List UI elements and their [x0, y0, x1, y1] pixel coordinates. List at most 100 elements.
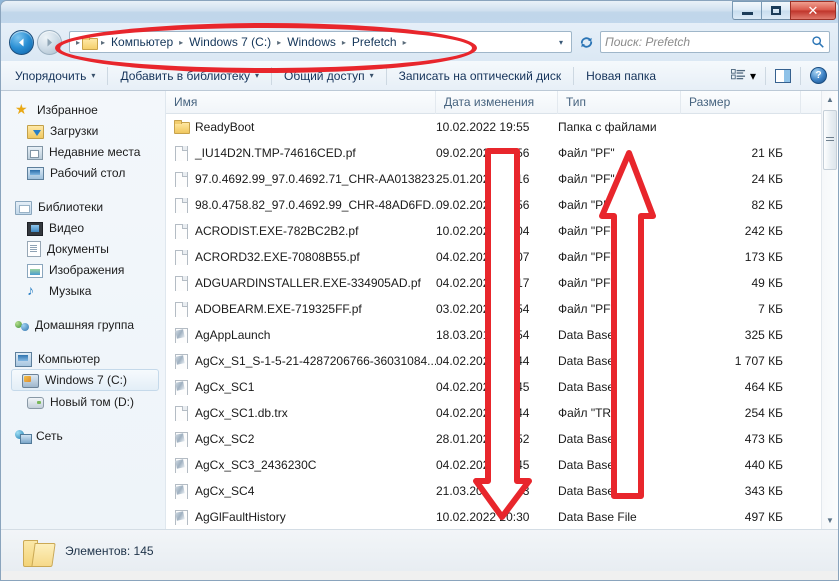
breadcrumb-sep-2: ▸ [277, 38, 281, 47]
table-row[interactable]: ReadyBoot10.02.2022 19:55Папка с файлами [166, 114, 838, 140]
address-dropdown-icon[interactable]: ▾ [553, 32, 569, 52]
column-header-size[interactable]: Размер [681, 91, 801, 114]
cell-name: ADGUARDINSTALLER.EXE-334905AD.pf [166, 275, 436, 291]
help-button[interactable]: ? [805, 64, 832, 87]
organize-button[interactable]: Упорядочить ▾ [7, 66, 103, 86]
scrollbar-track[interactable] [822, 108, 838, 512]
sidebar-item-new-volume-d[interactable]: Новый том (D:) [1, 391, 165, 412]
sidebar-item-desktop[interactable]: Рабочий стол [1, 162, 165, 183]
cell-size: 497 КБ [681, 510, 801, 524]
table-row[interactable]: AgGlFaultHistory10.02.2022 20:30Data Bas… [166, 504, 838, 529]
toolbar-separator-2 [271, 67, 272, 85]
chevron-down-icon: ▾ [255, 71, 259, 80]
file-icon [174, 197, 188, 213]
video-icon [27, 222, 43, 236]
view-list-icon [731, 69, 746, 83]
scrollbar-grip-icon [826, 137, 834, 143]
table-row[interactable]: ACRODIST.EXE-782BC2B2.pf10.02.2022 20:04… [166, 218, 838, 244]
breadcrumb-item-computer[interactable]: Компьютер [107, 33, 177, 51]
column-header-type[interactable]: Тип [558, 91, 681, 114]
minimize-button[interactable] [732, 1, 761, 20]
command-toolbar: Упорядочить ▾ Добавить в библиотеку ▾ Об… [1, 61, 838, 91]
add-to-library-button[interactable]: Добавить в библиотеку ▾ [112, 66, 267, 86]
table-row[interactable]: 97.0.4692.99_97.0.4692.71_CHR-AA013823..… [166, 166, 838, 192]
cell-name: ReadyBoot [166, 119, 436, 135]
change-view-button[interactable]: ▾ [726, 66, 761, 86]
table-row[interactable]: _IU14D2N.TMP-74616CED.pf09.02.2022 20:56… [166, 140, 838, 166]
cell-name-text: AgCx_SC2 [195, 432, 254, 446]
address-folder-icon [82, 36, 97, 49]
vertical-scrollbar[interactable]: ▲ ▼ [821, 91, 838, 529]
folder-icon [174, 119, 188, 135]
forward-button[interactable] [37, 30, 62, 55]
cell-name-text: AgCx_SC1.db.trx [195, 406, 288, 420]
cell-size: 343 КБ [681, 484, 801, 498]
chevron-down-icon: ▾ [370, 71, 374, 80]
sidebar-group-network[interactable]: Сеть [1, 425, 165, 446]
cell-name: AgCx_S1_S-1-5-21-4287206766-36031084... [166, 353, 436, 369]
refresh-button[interactable] [575, 31, 597, 53]
table-row[interactable]: AgCx_SC104.02.2022 23:45Data Base File46… [166, 374, 838, 400]
close-button[interactable]: ✕ [790, 1, 836, 20]
sidebar-item-recent-places[interactable]: Недавние места [1, 141, 165, 162]
search-icon [811, 35, 825, 49]
cell-size: 7 КБ [681, 302, 801, 316]
sidebar-item-music[interactable]: ♪ Музыка [1, 280, 165, 301]
scroll-up-button[interactable]: ▲ [822, 91, 838, 108]
back-button[interactable] [9, 30, 34, 55]
table-row[interactable]: 98.0.4758.82_97.0.4692.99_CHR-48AD6FD...… [166, 192, 838, 218]
table-row[interactable]: ADOBEARM.EXE-719325FF.pf03.02.2022 21:54… [166, 296, 838, 322]
sidebar-item-video[interactable]: Видео [1, 217, 165, 238]
file-rows[interactable]: ReadyBoot10.02.2022 19:55Папка с файлами… [166, 114, 838, 529]
database-file-icon [174, 431, 188, 447]
sidebar-group-favorites[interactable]: ★ Избранное [1, 99, 165, 120]
cell-date: 10.02.2022 19:55 [436, 120, 558, 134]
table-row[interactable]: AgCx_SC228.01.2022 21:52Data Base File47… [166, 426, 838, 452]
table-row[interactable]: ADGUARDINSTALLER.EXE-334905AD.pf04.02.20… [166, 270, 838, 296]
cell-type: Файл "PF" [558, 224, 681, 238]
cell-name-text: _IU14D2N.TMP-74616CED.pf [195, 146, 356, 160]
sidebar-item-downloads[interactable]: Загрузки [1, 120, 165, 141]
preview-pane-button[interactable] [770, 66, 796, 86]
address-bar[interactable]: ▸ ▸ Компьютер ▸ Windows 7 (C:) ▸ Windows… [69, 31, 572, 53]
breadcrumb-item-windows[interactable]: Windows [283, 33, 340, 51]
breadcrumb-item-prefetch[interactable]: Prefetch [348, 33, 401, 51]
cell-name: _IU14D2N.TMP-74616CED.pf [166, 145, 436, 161]
scroll-down-button[interactable]: ▼ [822, 512, 838, 529]
cell-name: AgCx_SC2 [166, 431, 436, 447]
search-box[interactable]: Поиск: Prefetch [600, 31, 830, 53]
share-button[interactable]: Общий доступ ▾ [276, 66, 382, 86]
forward-arrow-icon [43, 36, 56, 49]
table-row[interactable]: AgCx_SC421.03.2019 22:43Data Base File34… [166, 478, 838, 504]
search-input[interactable]: Поиск: Prefetch [605, 35, 811, 49]
column-header-date[interactable]: Дата изменения [436, 91, 558, 114]
table-row[interactable]: AgCx_SC3_2436230C04.02.2022 23:45Data Ba… [166, 452, 838, 478]
sidebar-group-libraries[interactable]: Библиотеки [1, 196, 165, 217]
cell-type: Data Base File [558, 458, 681, 472]
sidebar-group-homegroup[interactable]: Домашняя группа [1, 314, 165, 335]
new-folder-button[interactable]: Новая папка [578, 66, 664, 86]
cell-name-text: AgGlFaultHistory [195, 510, 286, 524]
music-icon: ♪ [27, 283, 43, 298]
cell-type: Файл "PF" [558, 302, 681, 316]
table-row[interactable]: ACRORD32.EXE-70808B55.pf04.02.2022 22:07… [166, 244, 838, 270]
sidebar-item-pictures[interactable]: Изображения [1, 259, 165, 280]
file-icon [174, 145, 188, 161]
sidebar-group-computer[interactable]: Компьютер [1, 348, 165, 369]
add-to-library-label: Добавить в библиотеку [120, 69, 250, 83]
sidebar-item-documents[interactable]: Документы [1, 238, 165, 259]
column-header-name[interactable]: Имя [166, 91, 436, 114]
scrollbar-thumb[interactable] [823, 110, 837, 170]
maximize-button[interactable] [761, 1, 790, 20]
breadcrumb-item-windows7c[interactable]: Windows 7 (C:) [185, 33, 275, 51]
title-bar: ✕ [1, 1, 838, 23]
cell-name: ACRODIST.EXE-782BC2B2.pf [166, 223, 436, 239]
file-list-pane[interactable]: Имя Дата изменения Тип Размер ReadyBoot1… [166, 91, 838, 529]
navigation-pane[interactable]: ★ Избранное Загрузки Недавние места Рабо… [1, 91, 166, 529]
burn-to-disc-button[interactable]: Записать на оптический диск [391, 66, 570, 86]
table-row[interactable]: AgAppLaunch18.03.2019 23:54Data Base Fil… [166, 322, 838, 348]
table-row[interactable]: AgCx_S1_S-1-5-21-4287206766-36031084...0… [166, 348, 838, 374]
table-row[interactable]: AgCx_SC1.db.trx04.02.2022 23:44Файл "TRX… [166, 400, 838, 426]
cell-type: Data Base File [558, 354, 681, 368]
sidebar-item-windows7-c[interactable]: Windows 7 (C:) [11, 369, 159, 391]
